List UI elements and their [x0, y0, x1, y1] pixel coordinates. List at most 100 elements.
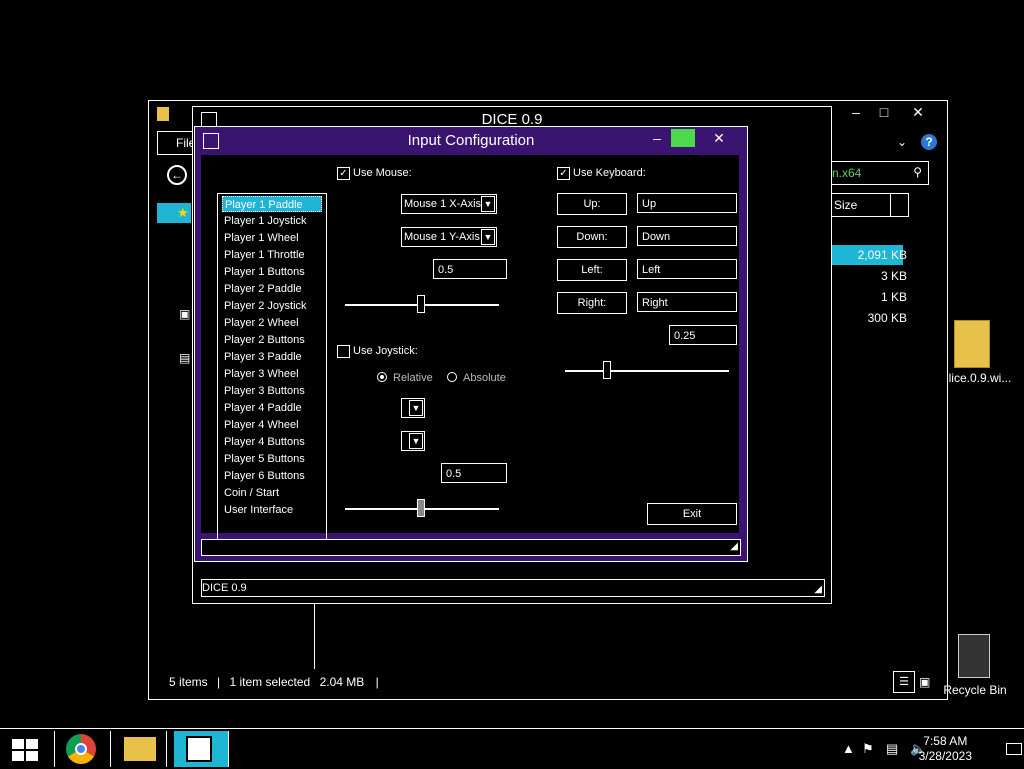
absolute-label: Absolute	[463, 372, 506, 384]
chevron-down-icon[interactable]: ▼	[481, 229, 495, 245]
mouse-sensitivity-slider[interactable]	[417, 295, 425, 313]
network-status-icon[interactable]: ▤	[886, 741, 898, 757]
right-key-button[interactable]: Right:	[557, 292, 627, 314]
list-item[interactable]: Player 3 Buttons	[222, 383, 322, 399]
back-icon[interactable]: ←	[167, 165, 187, 185]
joystick-sensitivity-input[interactable]: 0.5	[441, 463, 507, 483]
computer-icon[interactable]: ▤	[179, 351, 190, 365]
chevron-down-icon[interactable]: ⌄	[897, 135, 907, 149]
zip-folder-icon[interactable]	[954, 320, 990, 368]
chrome-icon	[66, 734, 96, 764]
joystick-x-axis-select[interactable]: ▼	[401, 398, 425, 418]
desktop-folder-label[interactable]: lice.0.9.wi...	[940, 371, 1020, 385]
right-key-input[interactable]: Right	[637, 292, 737, 312]
absolute-radio[interactable]	[447, 372, 457, 382]
list-item[interactable]: Player 2 Buttons	[222, 332, 322, 348]
list-item[interactable]: Coin / Start	[222, 485, 322, 501]
list-item[interactable]: User Interface	[222, 502, 322, 518]
list-item[interactable]: Player 4 Wheel	[222, 417, 322, 433]
use-keyboard-label: Use Keyboard:	[573, 167, 646, 179]
file-explorer-taskbar-button[interactable]	[112, 731, 167, 767]
resize-grip-icon[interactable]: ◢	[814, 582, 822, 598]
chrome-taskbar-button[interactable]	[56, 731, 111, 767]
windows-icon	[12, 739, 38, 761]
down-key-input[interactable]: Down	[637, 226, 737, 246]
close-button[interactable]: ✕	[707, 129, 731, 147]
relative-label: Relative	[393, 372, 433, 384]
input-device-list[interactable]: Player 1 Paddle Player 1 Joystick Player…	[217, 193, 327, 553]
list-item[interactable]: Player 4 Buttons	[222, 434, 322, 450]
use-mouse-checkbox[interactable]: ✓	[337, 167, 350, 180]
file-size: 2,091 KB	[857, 248, 907, 262]
list-item[interactable]: Player 3 Paddle	[222, 349, 322, 365]
chevron-down-icon[interactable]: ▼	[409, 433, 423, 449]
show-hidden-icons-icon[interactable]: ▲	[842, 741, 855, 756]
start-button[interactable]	[0, 731, 55, 767]
list-item[interactable]: Player 1 Wheel	[222, 230, 322, 246]
keyboard-sensitivity-slider[interactable]	[603, 361, 611, 379]
list-item[interactable]: Player 1 Joystick	[222, 213, 322, 229]
joystick-sensitivity-slider[interactable]	[417, 499, 425, 517]
star-icon: ★	[177, 205, 189, 220]
relative-radio[interactable]	[377, 372, 387, 382]
list-item[interactable]: Player 6 Buttons	[222, 468, 322, 484]
list-item[interactable]: Player 1 Throttle	[222, 247, 322, 263]
search-icon[interactable]: ⚲	[913, 165, 922, 179]
up-key-input[interactable]: Up	[637, 193, 737, 213]
chevron-down-icon[interactable]: ▼	[409, 400, 423, 416]
clock-time: 7:58 AM	[923, 734, 968, 748]
help-icon[interactable]: ?	[921, 134, 937, 150]
file-size: 3 KB	[880, 269, 907, 283]
list-item[interactable]: Player 1 Paddle	[222, 196, 322, 212]
explorer-minimize-button[interactable]: –	[845, 103, 867, 121]
dialog-status-bar: ◢	[201, 539, 741, 556]
clock[interactable]: 7:58 AM 3/28/2023	[919, 734, 972, 764]
mouse-x-axis-select[interactable]: Mouse 1 X-Axis ▼	[401, 194, 497, 214]
selection-count: 1 item selected	[229, 675, 311, 689]
pane-divider[interactable]	[314, 601, 315, 669]
chevron-down-icon[interactable]: ▼	[481, 196, 495, 212]
file-size: 1 KB	[880, 290, 907, 304]
list-item[interactable]: Player 4 Paddle	[222, 400, 322, 416]
keyboard-sensitivity-track[interactable]	[565, 370, 729, 372]
resize-grip-icon[interactable]: ◢	[730, 541, 738, 552]
tiles-view-icon[interactable]: ▣	[919, 675, 930, 689]
mouse-sensitivity-input[interactable]: 0.5	[433, 259, 507, 279]
dice-taskbar-button[interactable]	[174, 731, 229, 767]
search-input[interactable]: n.x64	[832, 166, 861, 180]
list-item[interactable]: Player 5 Buttons	[222, 451, 322, 467]
left-key-button[interactable]: Left:	[557, 259, 627, 281]
dialog-client-area: Player 1 Paddle Player 1 Joystick Player…	[201, 155, 739, 553]
list-item[interactable]: Player 3 Wheel	[222, 366, 322, 382]
recycle-bin-icon[interactable]	[958, 634, 990, 678]
down-key-button[interactable]: Down:	[557, 226, 627, 248]
minimize-button[interactable]: –	[645, 129, 669, 147]
up-key-button[interactable]: Up:	[557, 193, 627, 215]
use-joystick-checkbox[interactable]	[337, 345, 350, 358]
left-key-input[interactable]: Left	[637, 259, 737, 279]
network-icon[interactable]: ▣	[179, 307, 190, 321]
mouse-y-axis-select[interactable]: Mouse 1 Y-Axis ▼	[401, 227, 497, 247]
maximize-button[interactable]	[671, 129, 695, 147]
use-keyboard-checkbox[interactable]: ✓	[557, 167, 570, 180]
folder-icon	[157, 107, 169, 121]
notification-icon[interactable]	[1006, 743, 1022, 755]
size-column-header[interactable]: Size	[829, 193, 909, 217]
recycle-bin-label[interactable]: Recycle Bin	[938, 683, 1012, 697]
mouse-y-axis-value: Mouse 1 Y-Axis	[404, 231, 480, 243]
details-view-icon[interactable]: ☰	[893, 671, 915, 693]
list-item[interactable]: Player 1 Buttons	[222, 264, 322, 280]
keyboard-sensitivity-input[interactable]: 0.25	[669, 325, 737, 345]
taskbar: ▲ ⚑ ▤ 🔈 7:58 AM 3/28/2023	[0, 728, 1024, 769]
joystick-y-axis-select[interactable]: ▼	[401, 431, 425, 451]
list-item[interactable]: Player 2 Joystick	[222, 298, 322, 314]
list-item[interactable]: Player 2 Wheel	[222, 315, 322, 331]
search-box[interactable]: n.x64 ⚲	[827, 161, 929, 185]
file-size: 300 KB	[867, 311, 907, 325]
explorer-maximize-button[interactable]: □	[873, 103, 895, 121]
exit-button[interactable]: Exit	[647, 503, 737, 525]
quick-access-highlight[interactable]: ★	[157, 203, 191, 223]
list-item[interactable]: Player 2 Paddle	[222, 281, 322, 297]
flag-icon[interactable]: ⚑	[862, 741, 874, 757]
explorer-close-button[interactable]: ✕	[907, 103, 929, 121]
